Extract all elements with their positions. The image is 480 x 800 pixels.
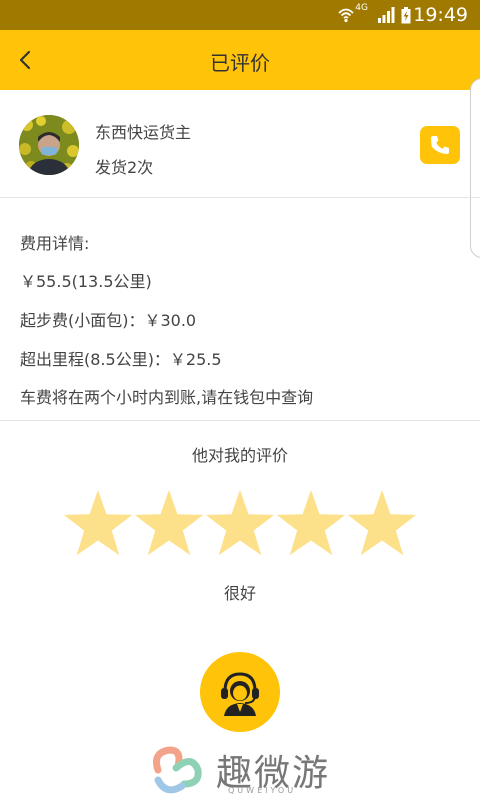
- fee-details: 费用详情: ￥55.5(13.5公里) 起步费(小面包)：￥30.0 超出里程(…: [0, 198, 480, 421]
- watermark-logo-icon: [153, 746, 202, 794]
- star-icon[interactable]: [346, 488, 418, 560]
- watermark-subtext: QUWEIYOU: [228, 786, 297, 795]
- star-icon[interactable]: [62, 488, 134, 560]
- star-icon[interactable]: [275, 488, 347, 560]
- customer-service-icon: [221, 672, 259, 716]
- fee-extra-distance: 超出里程(8.5公里)：￥25.5: [20, 350, 222, 369]
- header-bar: 已评价: [0, 30, 480, 90]
- star-rating: [62, 488, 418, 560]
- signal-icon: [378, 7, 395, 23]
- avatar: [19, 115, 79, 175]
- wifi-icon: [338, 8, 354, 23]
- clock: 19:49: [413, 4, 468, 26]
- battery-charging-icon: [401, 7, 411, 24]
- fee-base-fare: 起步费(小面包)：￥30.0: [20, 311, 197, 330]
- call-button[interactable]: [420, 126, 460, 164]
- star-icon[interactable]: [204, 488, 276, 560]
- phone-icon: [431, 136, 449, 154]
- rating-title: 他对我的评价: [191, 446, 288, 465]
- star-icon[interactable]: [133, 488, 205, 560]
- watermark: 趣微游 QUWEIYOU: [148, 742, 348, 798]
- shipper-profile: 东西快运货主 发货2次: [0, 90, 480, 198]
- shipment-count: 发货2次: [95, 158, 154, 177]
- page-title: 已评价: [210, 51, 270, 75]
- shipper-name: 东西快运货主: [95, 123, 192, 142]
- network-type: 4G: [355, 3, 368, 13]
- fee-total: ￥55.5(13.5公里): [20, 272, 152, 291]
- rating-comment: 很好: [223, 584, 256, 603]
- fee-heading: 费用详情:: [20, 234, 90, 253]
- status-bar: 4G 19:49: [0, 0, 480, 30]
- customer-service-button[interactable]: [200, 652, 280, 732]
- fee-note: 车费将在两个小时内到账,请在钱包中查询: [20, 388, 314, 407]
